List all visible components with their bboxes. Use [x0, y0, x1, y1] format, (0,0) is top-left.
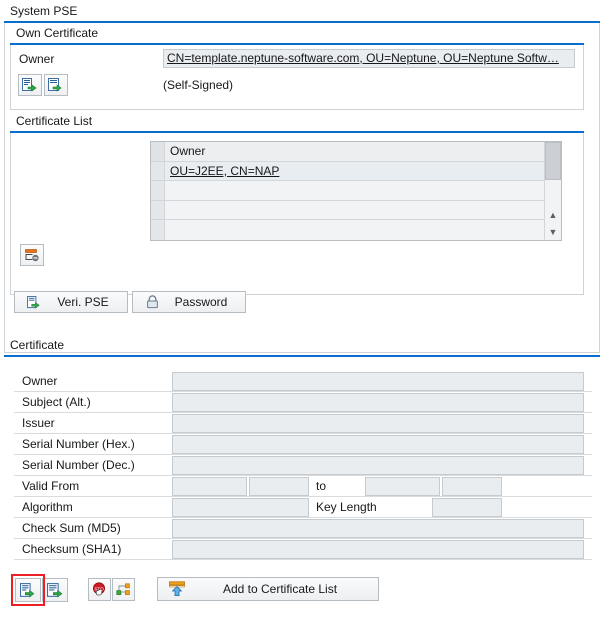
row-selector[interactable] [151, 201, 165, 220]
table-row[interactable]: OU=J2EE, CN=NAP [151, 162, 544, 182]
row-selector[interactable] [151, 181, 165, 200]
table-vertical-scrollbar[interactable]: ▲ ▼ [544, 142, 561, 240]
own-certificate-owner-label: Owner [19, 50, 54, 68]
cell-owner[interactable] [165, 220, 544, 240]
bottom-export-certificate-button[interactable] [42, 578, 68, 602]
revoke-certificate-button[interactable]: STO [88, 578, 111, 601]
scrollbar-track[interactable] [545, 180, 561, 206]
table-header-row: Owner [151, 142, 544, 162]
certificate-row-subject-alt: Subject (Alt.) [14, 392, 592, 413]
certificate-row-serial-hex: Serial Number (Hex.) [14, 434, 592, 455]
certificate-row-algorithm: Algorithm Key Length [14, 497, 592, 518]
import-certificate-icon [22, 78, 38, 92]
system-pse-title: System PSE [4, 4, 600, 21]
certificate-owner-label: Owner [22, 373, 57, 390]
certificate-serial-hex-field[interactable] [172, 435, 584, 454]
table-row[interactable] [151, 201, 544, 221]
certificate-key-length-field[interactable] [432, 498, 502, 517]
certificate-row-sha1: Checksum (SHA1) [14, 539, 592, 560]
import-certificate-icon [20, 583, 37, 598]
certificate-valid-from-time-field[interactable] [249, 477, 309, 496]
certificate-subject-alt-field[interactable] [172, 393, 584, 412]
column-header-owner[interactable]: Owner [165, 142, 544, 161]
certificate-valid-to-date-field[interactable] [365, 477, 440, 496]
row-selector[interactable] [151, 220, 165, 240]
own-cert-import-certificate-button[interactable] [18, 74, 42, 96]
scroll-up-arrow-icon[interactable]: ▲ [545, 206, 561, 223]
table-row[interactable] [151, 220, 544, 240]
verify-pse-label: Veri. PSE [45, 295, 121, 309]
password-label: Password [163, 295, 239, 309]
own-certificate-owner-value[interactable]: CN=template.neptune-software.com, OU=Nep… [163, 49, 575, 68]
own-certificate-body: Owner CN=template.neptune-software.com, … [10, 45, 584, 110]
certificate-list-table[interactable]: Owner OU=J2EE, CN=NAP [150, 141, 562, 241]
certificate-title: Certificate [4, 338, 600, 355]
certificate-md5-label: Check Sum (MD5) [22, 520, 121, 537]
own-certificate-title: Own Certificate [10, 26, 584, 43]
add-to-list-icon [166, 581, 188, 597]
certificate-algorithm-label: Algorithm [22, 499, 73, 516]
password-button[interactable]: Password [132, 291, 246, 313]
certificate-owner-field[interactable] [172, 372, 584, 391]
own-certificate-group: Own Certificate Owner CN=template.neptun… [10, 26, 584, 110]
export-certificate-icon [47, 583, 64, 598]
certificate-valid-from-date-field[interactable] [172, 477, 247, 496]
certificate-row-owner: Owner [14, 371, 592, 392]
certificate-serial-dec-field[interactable] [172, 456, 584, 475]
certificate-sha1-label: Checksum (SHA1) [22, 541, 121, 558]
certificate-row-issuer: Issuer [14, 413, 592, 434]
certificate-list-body: Owner OU=J2EE, CN=NAP [10, 133, 584, 295]
cell-owner[interactable] [165, 181, 544, 200]
certificate-chain-icon [116, 582, 132, 597]
scroll-down-arrow-icon[interactable]: ▼ [545, 223, 561, 240]
certificate-sha1-field[interactable] [172, 540, 584, 559]
certificate-row-serial-dec: Serial Number (Dec.) [14, 455, 592, 476]
certificate-row-md5: Check Sum (MD5) [14, 518, 592, 539]
certificate-valid-to-time-field[interactable] [442, 477, 502, 496]
remove-entry-icon [25, 248, 40, 262]
certificate-list-table-body: Owner OU=J2EE, CN=NAP [151, 142, 544, 240]
own-cert-export-certificate-button[interactable] [44, 74, 68, 96]
certificate-serial-hex-label: Serial Number (Hex.) [22, 436, 135, 453]
add-to-certificate-list-label: Add to Certificate List [188, 582, 372, 596]
certificate-subject-alt-label: Subject (Alt.) [22, 394, 91, 411]
certificate-issuer-label: Issuer [22, 415, 55, 432]
export-certificate-icon [48, 78, 64, 92]
self-signed-label: (Self-Signed) [163, 76, 233, 94]
scrollbar-thumb[interactable] [545, 142, 561, 180]
certificate-key-length-label: Key Length [316, 499, 377, 516]
certificate-path-button[interactable] [112, 578, 135, 601]
certificate-md5-field[interactable] [172, 519, 584, 538]
certificate-list-group: Certificate List Owner OU=J2EE, CN=NAP [10, 114, 584, 295]
certificate-issuer-field[interactable] [172, 414, 584, 433]
certificate-valid-to-label: to [316, 478, 326, 495]
certificate-row-valid-from: Valid From to [14, 476, 592, 497]
certificate-list-title: Certificate List [10, 114, 584, 131]
bottom-import-certificate-button[interactable] [15, 578, 41, 602]
certificate-serial-dec-label: Serial Number (Dec.) [22, 457, 135, 474]
export-certificate-icon [23, 296, 45, 309]
add-to-certificate-list-button[interactable]: Add to Certificate List [157, 577, 379, 601]
delete-certificate-button[interactable] [20, 244, 44, 266]
row-selector[interactable] [151, 162, 165, 181]
cell-owner[interactable]: OU=J2EE, CN=NAP [165, 162, 544, 181]
certificate-algorithm-field[interactable] [172, 498, 309, 517]
table-header-selector [151, 142, 165, 161]
cell-owner[interactable] [165, 201, 544, 220]
lock-icon [141, 295, 163, 309]
certificate-valid-from-label: Valid From [22, 478, 79, 495]
table-row[interactable] [151, 181, 544, 201]
verify-pse-button[interactable]: Veri. PSE [14, 291, 128, 313]
stop-hand-icon: STO [92, 582, 108, 597]
